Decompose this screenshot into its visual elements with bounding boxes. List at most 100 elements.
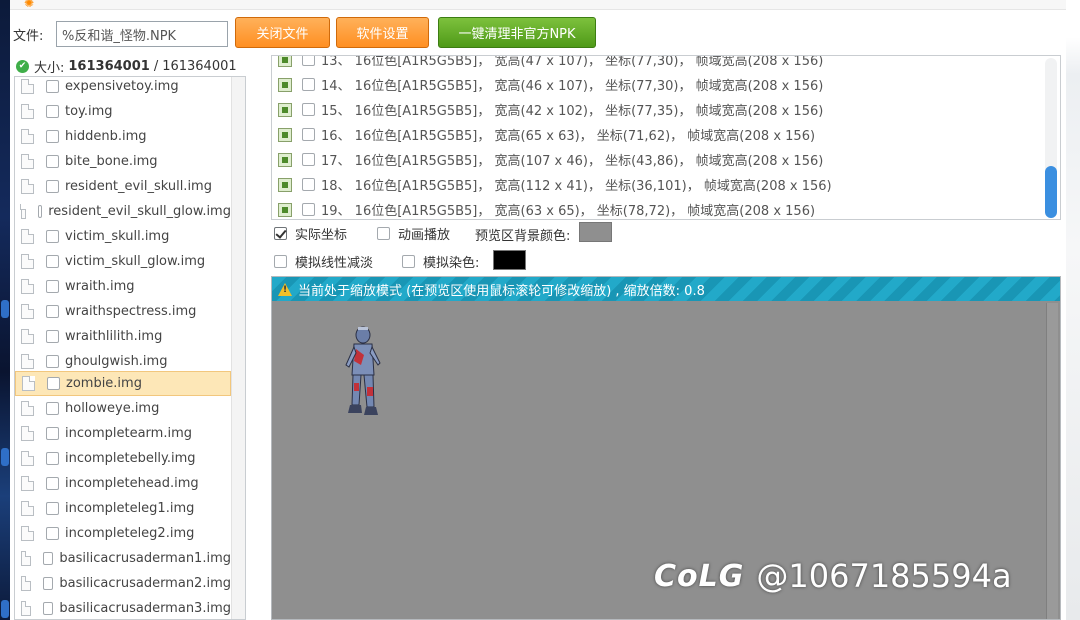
list-item[interactable]: toy.img <box>15 99 231 124</box>
list-item[interactable]: holloweye.img <box>15 396 231 421</box>
check-circle-icon: ✔ <box>16 59 29 73</box>
settings-button[interactable]: 软件设置 <box>336 17 429 48</box>
close-file-button[interactable]: 关闭文件 <box>235 17 330 48</box>
document-icon <box>22 376 35 391</box>
checkbox[interactable] <box>46 155 59 168</box>
table-row[interactable]: 17、 16位色[A1R5G5B5]， 宽高(107 x 46)， 坐标(43,… <box>272 147 1042 172</box>
warning-icon: ! <box>278 282 292 296</box>
checkbox[interactable] <box>43 577 54 590</box>
checkbox[interactable] <box>46 105 59 118</box>
list-item[interactable]: incompletearm.img <box>15 421 231 446</box>
document-icon <box>21 304 34 319</box>
list-item[interactable]: incompletebelly.img <box>15 446 231 471</box>
list-item[interactable]: resident_evil_skull_glow.img <box>15 199 231 224</box>
desktop-background-left <box>0 0 10 620</box>
table-row[interactable]: 13、 16位色[A1R5G5B5]， 宽高(47 x 107)， 坐标(77,… <box>272 56 1042 72</box>
table-row[interactable]: 19、 16位色[A1R5G5B5]， 宽高(63 x 65)， 坐标(78,7… <box>272 197 1042 219</box>
list-item[interactable]: wraithspectress.img <box>15 299 231 324</box>
checkbox[interactable] <box>302 56 315 66</box>
list-item[interactable]: resident_evil_skull.img <box>15 174 231 199</box>
list-item[interactable]: basilicacrusaderman2.img <box>15 571 231 596</box>
zoom-mode-banner: ! 当前处于缩放模式 (在预览区使用鼠标滚轮可修改缩放) , 缩放倍数: 0.8 <box>272 277 1060 301</box>
anim-play-checkbox[interactable] <box>377 226 390 240</box>
list-item[interactable]: incompletehead.img <box>15 471 231 496</box>
checkbox[interactable] <box>47 377 60 390</box>
checkbox[interactable] <box>46 280 59 293</box>
table-row[interactable]: 14、 16位色[A1R5G5B5]， 宽高(46 x 107)， 坐标(77,… <box>272 72 1042 97</box>
checkbox[interactable] <box>46 230 59 243</box>
anim-play-option[interactable]: 动画播放 <box>377 223 450 243</box>
desktop-icon-fragment <box>1 448 9 466</box>
table-row[interactable]: 18、 16位色[A1R5G5B5]， 宽高(112 x 41)， 坐标(36,… <box>272 172 1042 197</box>
bg-color-swatch[interactable] <box>579 222 612 242</box>
checkbox[interactable] <box>302 78 315 91</box>
checkbox[interactable] <box>302 153 315 166</box>
checkbox[interactable] <box>46 330 59 343</box>
document-icon <box>21 104 34 119</box>
desktop-icon-fragment <box>1 600 9 618</box>
document-icon <box>21 279 34 294</box>
list-item[interactable]: victim_skull.img <box>15 224 231 249</box>
document-icon <box>21 501 34 516</box>
scrollbar-thumb[interactable] <box>1045 166 1057 218</box>
checkbox[interactable] <box>46 427 59 440</box>
checkbox[interactable] <box>37 205 43 218</box>
document-icon <box>21 401 34 416</box>
checkbox[interactable] <box>43 602 54 615</box>
checkbox[interactable] <box>46 130 59 143</box>
watermark: CoLG @1067185594a <box>654 553 1012 599</box>
document-icon <box>21 129 34 144</box>
document-icon <box>21 451 34 466</box>
list-item[interactable]: wraith.img <box>15 274 231 299</box>
checkbox[interactable] <box>43 552 54 565</box>
watermark-handle: @1067185594a <box>756 557 1012 595</box>
list-item[interactable]: incompleteleg2.img <box>15 521 231 546</box>
clean-npk-button[interactable]: 一键清理非官方NPK <box>438 17 596 48</box>
checkbox[interactable] <box>302 103 315 116</box>
list-item[interactable]: hiddenb.img <box>15 124 231 149</box>
linear-fade-checkbox[interactable] <box>274 254 287 268</box>
actual-coords-option[interactable]: 实际坐标 <box>274 223 347 243</box>
list-item[interactable]: bite_bone.img <box>15 149 231 174</box>
list-item[interactable]: wraithlilith.img <box>15 324 231 349</box>
image-icon <box>278 56 292 67</box>
dye-checkbox[interactable] <box>402 254 415 268</box>
checkbox[interactable] <box>46 502 59 515</box>
checkbox[interactable] <box>46 452 59 465</box>
document-icon <box>21 79 34 94</box>
actual-coords-checkbox[interactable] <box>274 226 287 240</box>
list-item[interactable]: basilicacrusaderman3.img <box>15 596 231 619</box>
preview-scrollbar[interactable] <box>1046 303 1058 619</box>
dye-option[interactable]: 模拟染色: <box>402 251 479 271</box>
checkbox[interactable] <box>46 355 59 368</box>
document-icon <box>21 476 34 491</box>
checkbox[interactable] <box>46 305 59 318</box>
document-icon <box>21 354 34 369</box>
table-row[interactable]: 15、 16位色[A1R5G5B5]， 宽高(42 x 102)， 坐标(77,… <box>272 97 1042 122</box>
checkbox[interactable] <box>46 80 59 93</box>
file-list-scrollbar[interactable] <box>231 77 245 619</box>
list-item-selected[interactable]: zombie.img <box>15 371 231 396</box>
size-label: 大小: <box>34 60 65 76</box>
list-item[interactable]: incompleteleg1.img <box>15 496 231 521</box>
file-label: 文件: <box>13 29 44 44</box>
checkbox[interactable] <box>46 527 59 540</box>
checkbox[interactable] <box>46 180 59 193</box>
linear-fade-option[interactable]: 模拟线性减淡 <box>274 251 373 271</box>
list-item[interactable]: victim_skull_glow.img <box>15 249 231 274</box>
checkbox[interactable] <box>302 178 315 191</box>
checkbox[interactable] <box>46 402 59 415</box>
frame-list-scrollbar[interactable] <box>1045 58 1057 218</box>
size-info: ✔ 大小: 161364001 / 161364001 <box>16 56 237 76</box>
checkbox[interactable] <box>46 255 59 268</box>
frame-list[interactable]: 13、 16位色[A1R5G5B5]， 宽高(47 x 107)， 坐标(77,… <box>271 55 1061 220</box>
checkbox[interactable] <box>302 128 315 141</box>
list-item[interactable]: basilicacrusaderman1.img <box>15 546 231 571</box>
list-item[interactable]: expensivetoy.img <box>15 77 231 99</box>
file-path-input[interactable] <box>56 21 228 47</box>
table-row[interactable]: 16、 16位色[A1R5G5B5]， 宽高(65 x 63)， 坐标(71,6… <box>272 122 1042 147</box>
img-file-list[interactable]: expensivetoy.img toy.img hiddenb.img bit… <box>14 76 246 620</box>
dye-color-swatch[interactable] <box>493 250 526 270</box>
checkbox[interactable] <box>302 203 315 216</box>
checkbox[interactable] <box>46 477 59 490</box>
